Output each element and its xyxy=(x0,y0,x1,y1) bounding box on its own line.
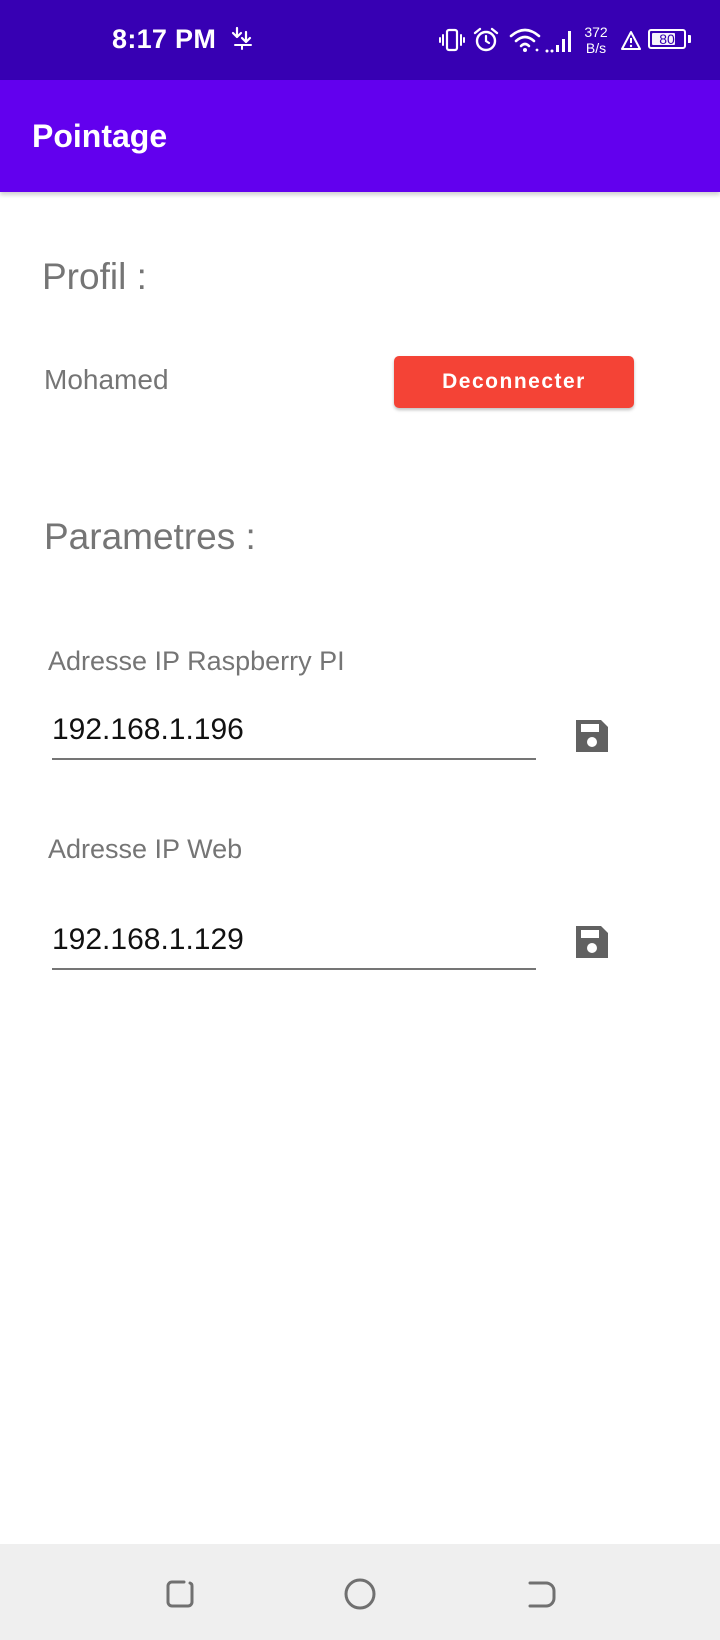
battery-icon: 80 xyxy=(648,29,686,49)
battery-cap xyxy=(688,35,691,43)
save-web-ip-button[interactable] xyxy=(572,924,612,964)
web-ip-label: Adresse IP Web xyxy=(48,834,243,864)
signal-icon xyxy=(544,26,576,59)
save-raspberry-ip-button[interactable] xyxy=(572,718,612,758)
recent-apps-icon[interactable] xyxy=(160,1574,200,1614)
user-name: Mohamed xyxy=(44,364,169,395)
back-icon[interactable] xyxy=(520,1574,560,1614)
app-title: Pointage xyxy=(32,118,168,154)
disconnect-button[interactable]: Deconnecter xyxy=(394,356,634,408)
save-icon xyxy=(573,923,611,966)
raspberry-ip-label: Adresse IP Raspberry PI xyxy=(48,646,345,676)
download-icon xyxy=(230,26,258,57)
status-bar: 8:17 PM 372 B/s 80 xyxy=(0,0,720,80)
home-icon[interactable] xyxy=(340,1574,380,1614)
navigation-bar xyxy=(0,1544,720,1640)
save-icon xyxy=(573,717,611,760)
warning-icon xyxy=(620,30,642,57)
raspberry-ip-input[interactable] xyxy=(52,708,536,760)
status-time: 8:17 PM xyxy=(112,24,217,54)
net-speed: 372 B/s xyxy=(584,24,608,56)
vibrate-icon xyxy=(438,28,466,59)
wifi-icon xyxy=(508,26,542,59)
profile-section-title: Profil : xyxy=(42,256,147,297)
app-bar: Pointage xyxy=(0,80,720,192)
web-ip-input[interactable] xyxy=(52,918,536,970)
parameters-section-title: Parametres : xyxy=(44,516,256,557)
alarm-icon xyxy=(472,26,500,59)
